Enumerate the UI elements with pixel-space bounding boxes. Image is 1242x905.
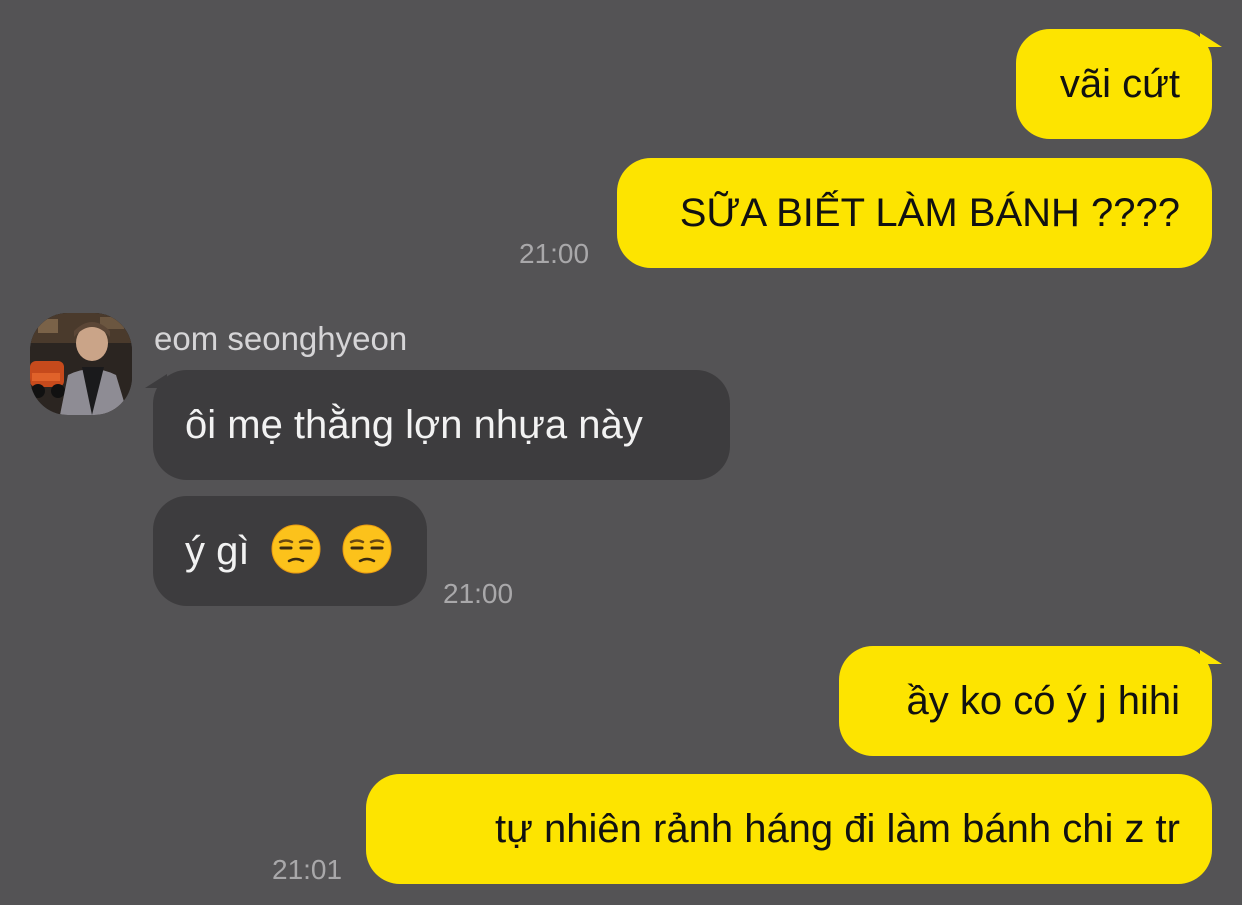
message-timestamp: 21:01 (272, 854, 343, 885)
message-text: tự nhiên rảnh háng đi làm bánh chi z tr (495, 807, 1180, 851)
outgoing-message-bubble[interactable]: vãi cứt (1016, 29, 1212, 139)
unamused-face-emoji (271, 524, 321, 574)
message-text: ôi mẹ thằng lợn nhựa này (185, 403, 643, 447)
incoming-message-bubble[interactable]: ôi mẹ thằng lợn nhựa này (153, 370, 730, 480)
message-text: ý gì (185, 529, 250, 573)
sender-name[interactable]: eom seonghyeon (154, 320, 407, 358)
message-text: ầy ko có ý j hihi (906, 679, 1180, 723)
outgoing-message-bubble[interactable]: tự nhiên rảnh háng đi làm bánh chi z tr (366, 774, 1212, 884)
outgoing-message-bubble[interactable]: SỮA BIẾT LÀM BÁNH ???? (617, 158, 1212, 268)
bubble-tail (145, 374, 167, 388)
outgoing-message-bubble[interactable]: ầy ko có ý j hihi (839, 646, 1212, 756)
message-text: SỮA BIẾT LÀM BÁNH ???? (679, 191, 1180, 235)
avatar[interactable] (30, 313, 132, 415)
unamused-face-emoji (342, 524, 392, 574)
avatar-photo (30, 313, 132, 415)
incoming-message-bubble[interactable]: ý gì (153, 496, 427, 606)
bubble-tail (1200, 650, 1222, 664)
bubble-tail (1200, 33, 1222, 47)
message-timestamp: 21:00 (519, 238, 590, 269)
message-text: vãi cứt (1059, 62, 1180, 106)
message-timestamp: 21:00 (443, 578, 514, 609)
